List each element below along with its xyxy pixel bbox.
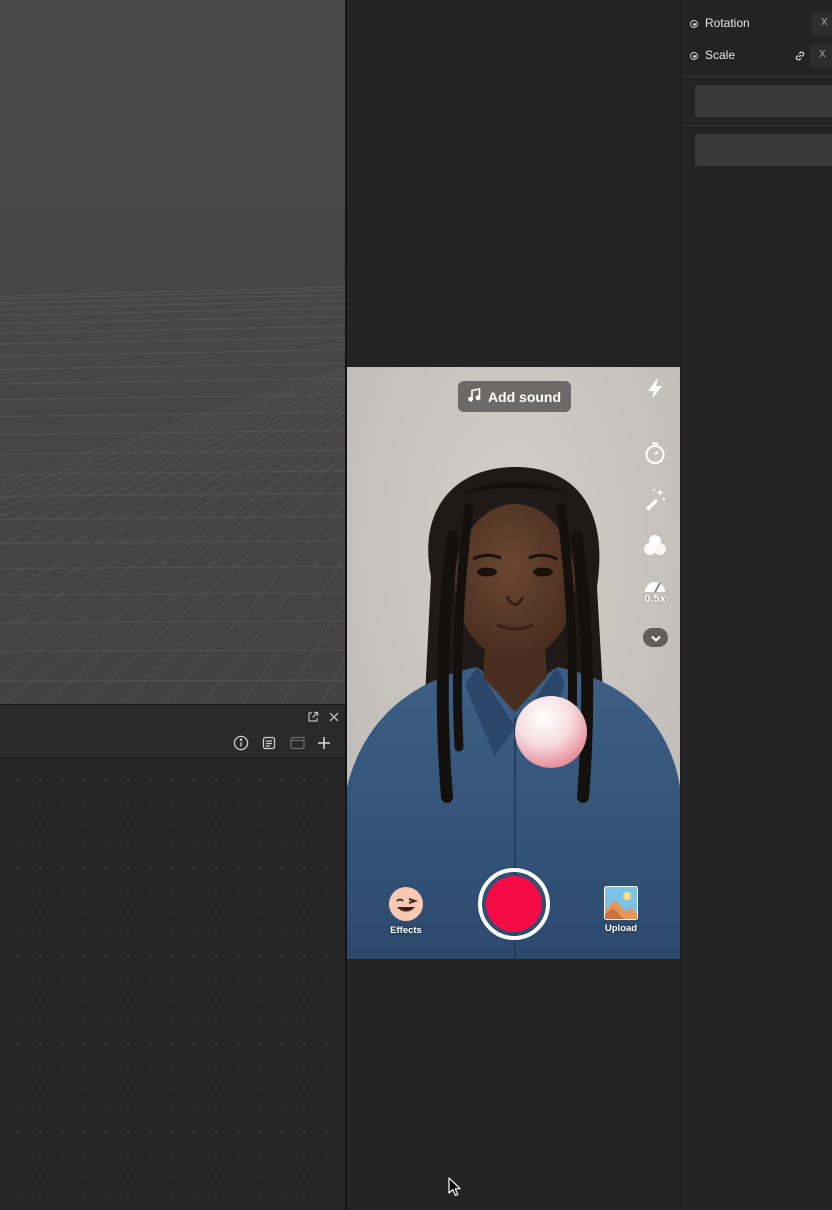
speed-label: 0.5x <box>644 593 666 605</box>
gallery-icon <box>604 886 638 920</box>
camera-preview[interactable]: Add sound 0.5x Effects Upload <box>347 367 680 959</box>
properties-inspector: Rotation X Scale X <box>680 0 832 1210</box>
upload-button[interactable]: Upload <box>596 886 646 934</box>
add-sound-label: Add sound <box>487 388 562 405</box>
add-sound-button[interactable]: Add sound <box>458 381 571 412</box>
timer-icon[interactable] <box>641 439 669 467</box>
list-icon[interactable] <box>260 734 278 752</box>
scale-x-input[interactable]: X <box>810 44 832 68</box>
patch-editor-header <box>0 704 345 758</box>
scale-label: Scale <box>705 48 736 62</box>
keyframe-dot-icon[interactable] <box>690 52 698 60</box>
close-icon[interactable] <box>326 709 342 725</box>
flash-icon[interactable] <box>641 375 669 403</box>
inspector-separator <box>683 76 832 77</box>
scale-row[interactable]: Scale X <box>681 44 832 68</box>
plus-icon[interactable] <box>315 734 333 752</box>
rotation-x-input[interactable]: X <box>812 12 832 36</box>
effects-label: Effects <box>390 925 422 936</box>
popout-icon[interactable] <box>305 709 321 725</box>
scene-viewport[interactable] <box>0 0 345 704</box>
inspector-field-2[interactable] <box>695 134 832 166</box>
info-icon[interactable] <box>232 734 250 752</box>
window-icon[interactable] <box>288 734 306 752</box>
rotation-label: Rotation <box>705 16 750 30</box>
chevron-down-icon <box>650 629 661 647</box>
rotation-row[interactable]: Rotation X <box>681 12 832 36</box>
record-button[interactable] <box>478 868 550 940</box>
magic-wand-icon[interactable] <box>641 485 669 513</box>
filters-icon[interactable] <box>641 531 669 559</box>
effects-button[interactable]: Effects <box>381 886 431 936</box>
effects-emoji-icon <box>388 886 424 922</box>
keyframe-dot-icon[interactable] <box>690 20 698 28</box>
link-icon[interactable] <box>794 49 808 63</box>
upload-label: Upload <box>604 923 638 934</box>
record-button-core <box>486 876 542 932</box>
more-options-button[interactable] <box>643 628 668 647</box>
music-note-icon <box>468 388 481 405</box>
patch-editor-canvas[interactable] <box>0 758 345 1210</box>
inspector-separator <box>683 125 832 126</box>
mouse-cursor-icon <box>448 1177 462 1202</box>
inspector-field-1[interactable] <box>695 85 832 117</box>
ground-grid <box>0 286 345 704</box>
